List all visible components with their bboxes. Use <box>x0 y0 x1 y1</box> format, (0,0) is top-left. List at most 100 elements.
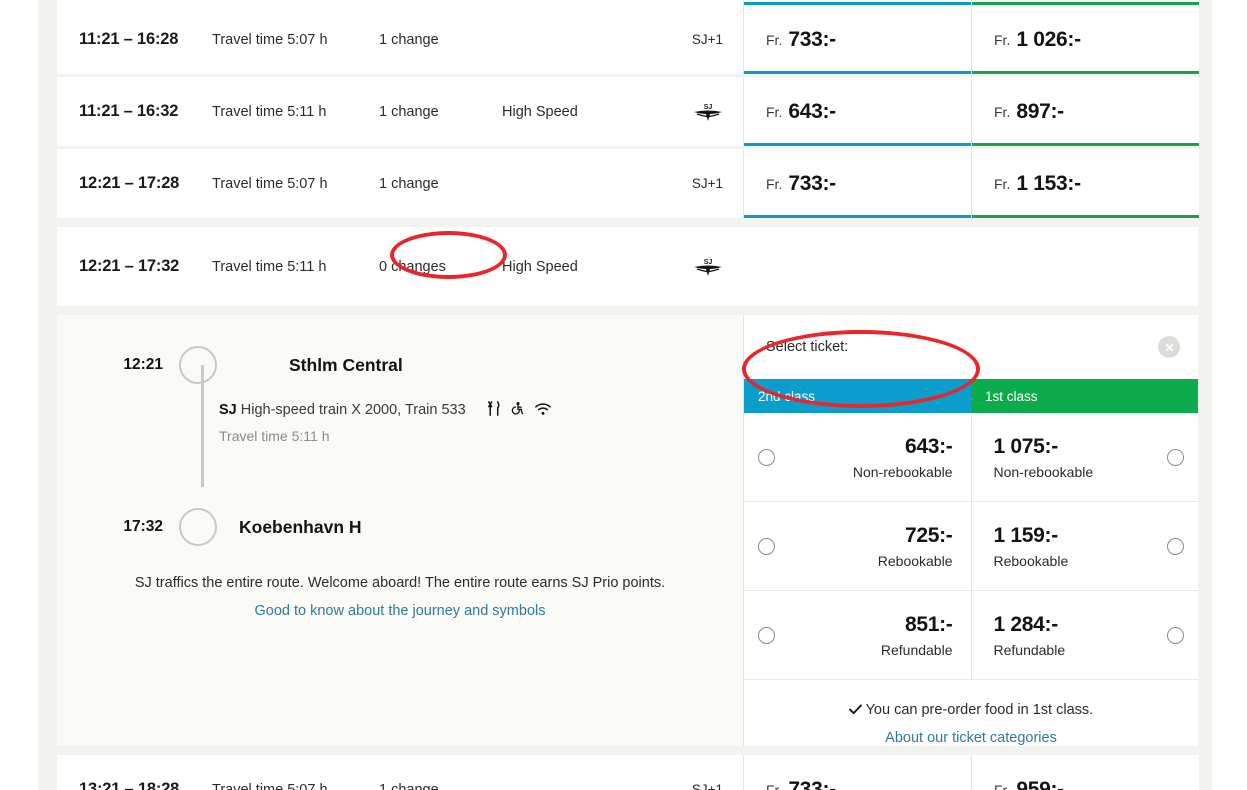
results-list: 11:21 – 16:28 Travel time 5:07 h 1 change S… <box>57 0 1199 790</box>
first-class-price-cell[interactable]: Fr. 1 153:- <box>971 149 1199 218</box>
origin-stop: 12:21 Sthlm Central <box>57 343 743 387</box>
first-class-radio[interactable] <box>1167 626 1184 644</box>
first-class-header: 1st class <box>971 379 1198 413</box>
wheelchair-accessible-icon <box>511 401 523 415</box>
second-class-fare-cell[interactable]: 725:- Rebookable <box>744 502 972 590</box>
close-icon[interactable] <box>1158 336 1180 358</box>
speed-label: High Speed <box>502 103 578 120</box>
operator-cell: SJ+1 <box>662 32 743 47</box>
class-header-row: 2nd class 1st class <box>744 379 1198 413</box>
origin-station: Sthlm Central <box>289 354 403 375</box>
first-class-fare-text: 1 159:- Rebookable <box>986 524 1168 569</box>
first-class-radio[interactable] <box>1167 448 1184 466</box>
second-class-price-cell[interactable]: Fr. 643:- <box>743 77 971 146</box>
currency-label: Fr. <box>766 175 783 192</box>
expanded-detail-panel: 12:21 Sthlm Central SJ High-speed train … <box>57 315 1198 746</box>
second-class-radio[interactable] <box>758 626 775 644</box>
origin-time: 12:21 <box>123 356 163 373</box>
amenity-icons <box>486 401 557 420</box>
fare-row: 643:- Non-rebookable 1 075:- Non-rebookable <box>744 413 1198 502</box>
first-class-fare-text: 1 284:- Refundable <box>986 613 1168 658</box>
wifi-icon <box>534 403 551 415</box>
fare-row: 851:- Refundable 1 284:- Refundable <box>744 591 1198 680</box>
operator-label: SJ+1 <box>691 782 723 790</box>
leg-train-info: High-speed train X 2000, Train 533 <box>240 402 466 418</box>
second-class-fare-cell[interactable]: 643:- Non-rebookable <box>744 413 972 501</box>
first-class-radio[interactable] <box>1167 537 1184 555</box>
second-class-price-cell[interactable]: Fr. 733:- <box>743 755 971 790</box>
first-class-price-cell[interactable]: Fr. 1 026:- <box>971 5 1199 74</box>
first-class-fare-cell[interactable]: 1 284:- Refundable <box>972 591 1199 679</box>
ticket-panel-header: Select ticket: <box>744 315 1198 379</box>
speed-label: High Speed <box>502 258 578 275</box>
fare-category: Rebookable <box>993 552 1069 569</box>
first-class-fare-text: 1 075:- Non-rebookable <box>986 435 1168 480</box>
fare-price: 1 284:- <box>993 612 1059 636</box>
departure-arrival-time: 12:21 – 17:28 <box>79 174 180 192</box>
first-class-fare-cell[interactable]: 1 075:- Non-rebookable <box>972 413 1199 501</box>
select-ticket-label: Select ticket: <box>766 339 849 355</box>
ticket-panel-footer: You can pre-order food in 1st class. Abo… <box>744 680 1198 746</box>
result-row-info[interactable]: 11:21 – 16:32 Travel time 5:11 h 1 change H… <box>57 77 743 146</box>
second-class-radio[interactable] <box>758 537 775 555</box>
leg-description: SJ High-speed train X 2000, Train 533 <box>219 401 743 420</box>
result-row-info[interactable]: 13:21 – 18:28 Travel time 5:07 h 1 change S… <box>57 755 743 790</box>
second-class-header: 2nd class <box>744 379 971 413</box>
result-row-info[interactable]: 11:21 – 16:28 Travel time 5:07 h 1 change S… <box>57 5 743 74</box>
first-class-fare-cell[interactable]: 1 159:- Rebookable <box>972 502 1199 590</box>
journey-detail: 12:21 Sthlm Central SJ High-speed train … <box>57 315 743 746</box>
second-class-fare-text: 643:- Non-rebookable <box>775 435 957 480</box>
currency-label: Fr. <box>994 31 1011 48</box>
leg-operator: SJ <box>219 402 237 418</box>
result-row[interactable]: 11:21 – 16:32 Travel time 5:11 h 1 change H… <box>57 77 1199 146</box>
result-row[interactable]: 11:21 – 16:28 Travel time 5:07 h 1 change S… <box>57 5 1199 74</box>
fare-category: Non-rebookable <box>852 463 953 480</box>
second-class-fare-text: 851:- Refundable <box>775 613 957 658</box>
collapsed-results: 11:21 – 16:28 Travel time 5:07 h 1 change S… <box>57 5 1199 218</box>
operator-label: SJ+1 <box>691 32 723 47</box>
travel-time: Travel time 5:11 h <box>212 258 327 275</box>
origin-dot-icon <box>179 346 217 384</box>
price-amount: 959:- <box>1016 777 1064 790</box>
operator-label: SJ+1 <box>691 176 723 191</box>
second-class-radio[interactable] <box>758 448 775 466</box>
second-class-price-cell[interactable]: Fr. 733:- <box>743 149 971 218</box>
first-class-price-cell[interactable]: Fr. 959:- <box>971 755 1199 790</box>
departure-arrival-time: 12:21 – 17:32 <box>79 257 180 275</box>
expanded-row-info[interactable]: 12:21 – 17:32 Travel time 5:11 h 0 chang… <box>57 227 743 306</box>
checkmark-icon <box>848 702 866 718</box>
leg-details: SJ High-speed train X 2000, Train 533 Tr… <box>57 387 743 505</box>
fare-category: Refundable <box>880 641 953 658</box>
fare-row: 725:- Rebookable 1 159:- Rebookable <box>744 502 1198 591</box>
good-to-know-link[interactable]: Good to know about the journey and symbo… <box>57 603 743 619</box>
search-results-page: 11:21 – 16:28 Travel time 5:07 h 1 change S… <box>0 0 1247 790</box>
collapsed-results-after: 13:21 – 18:28 Travel time 5:07 h 1 change S… <box>57 755 1199 790</box>
travel-time: Travel time 5:07 h <box>212 175 328 192</box>
fare-price: 643:- <box>904 434 953 458</box>
expanded-result-header[interactable]: 12:21 – 17:32 Travel time 5:11 h 0 chang… <box>57 227 1198 306</box>
journey-timeline: 12:21 Sthlm Central SJ High-speed train … <box>57 315 743 575</box>
sj-wings-icon: SJ <box>693 104 723 121</box>
second-class-fare-cell[interactable]: 851:- Refundable <box>744 591 972 679</box>
changes-count: 1 change <box>379 781 439 790</box>
fare-category: Refundable <box>993 641 1066 658</box>
travel-time: Travel time 5:11 h <box>212 103 327 120</box>
departure-arrival-time: 11:21 – 16:32 <box>79 102 179 120</box>
second-class-price-cell[interactable]: Fr. 733:- <box>743 5 971 74</box>
destination-station: Koebenhavn H <box>239 516 362 537</box>
destination-stop: 17:32 Koebenhavn H <box>57 505 743 549</box>
second-class-fare-text: 725:- Rebookable <box>775 524 957 569</box>
operator-cell: SJ+1 <box>662 176 743 191</box>
fare-options-list: 643:- Non-rebookable 1 075:- Non-rebookable… <box>744 413 1198 680</box>
pre-order-food-text: You can pre-order food in 1st class. <box>865 702 1094 718</box>
first-class-price-cell[interactable]: Fr. 897:- <box>971 77 1199 146</box>
result-row-info[interactable]: 12:21 – 17:28 Travel time 5:07 h 1 change S… <box>57 149 743 218</box>
operator-cell: SJ <box>662 101 743 123</box>
result-row[interactable]: 13:21 – 18:28 Travel time 5:07 h 1 change S… <box>57 755 1199 790</box>
fare-category: Rebookable <box>877 552 953 569</box>
currency-label: Fr. <box>766 31 783 48</box>
result-row[interactable]: 12:21 – 17:28 Travel time 5:07 h 1 change S… <box>57 149 1199 218</box>
travel-time: Travel time 5:07 h <box>212 31 328 48</box>
pre-order-food-note: You can pre-order food in 1st class. <box>754 702 1188 718</box>
ticket-categories-link[interactable]: About our ticket categories <box>754 730 1188 746</box>
